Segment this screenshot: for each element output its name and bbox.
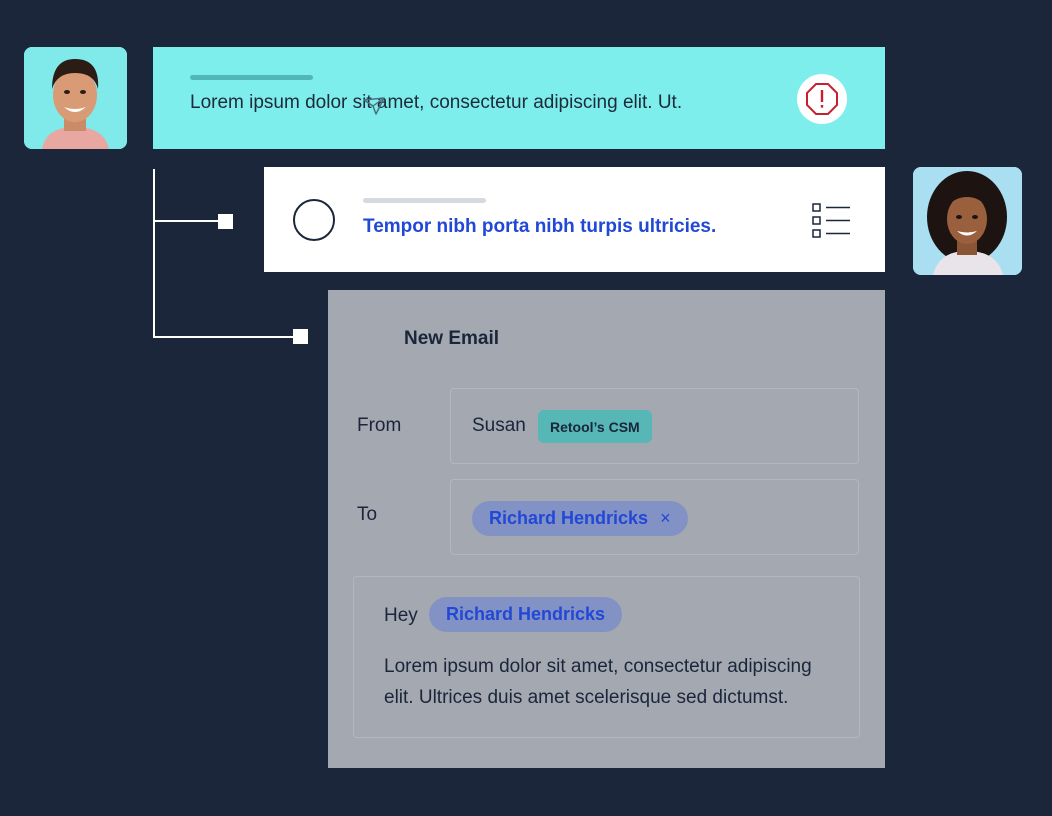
avatar-male — [24, 47, 127, 149]
mention-chip-label: Richard Hendricks — [446, 604, 606, 624]
recipient-chip[interactable]: Richard Hendricks × — [472, 501, 688, 536]
alert-title-placeholder-bar — [190, 75, 313, 80]
email-title: New Email — [404, 328, 500, 349]
list-icon[interactable] — [812, 202, 852, 245]
connector-node-email — [293, 329, 308, 344]
from-field[interactable]: Susan Retool’s CSM — [450, 388, 859, 464]
greeting-text: Hey — [384, 605, 418, 626]
task-text: Tempor nibh porta nibh turpis ultricies. — [363, 216, 717, 237]
avatar-female — [913, 167, 1022, 275]
cursor-icon — [362, 96, 386, 121]
from-name: Susan — [472, 415, 526, 436]
task-checkbox[interactable] — [293, 199, 335, 241]
alert-text: Lorem ipsum dolor sit amet, consectetur … — [190, 92, 683, 113]
email-body-field[interactable]: Hey Richard Hendricks Lorem ipsum dolor … — [353, 576, 860, 738]
connector-node-task — [218, 214, 233, 229]
to-field[interactable]: Richard Hendricks × — [450, 479, 859, 555]
remove-recipient-icon[interactable]: × — [660, 508, 671, 529]
task-title-placeholder-bar — [363, 198, 486, 203]
recipient-chip-label: Richard Hendricks — [489, 508, 649, 528]
mention-chip[interactable]: Richard Hendricks — [429, 597, 623, 632]
connector-vertical-line — [153, 169, 155, 338]
new-email-panel: New Email From Susan Retool’s CSM To Ric… — [328, 290, 885, 768]
alert-octagon-icon[interactable] — [797, 74, 847, 124]
task-card[interactable]: Tempor nibh porta nibh turpis ultricies. — [264, 167, 885, 272]
connector-line-task — [153, 220, 221, 222]
to-label: To — [357, 504, 378, 525]
alert-card[interactable]: Lorem ipsum dolor sit amet, consectetur … — [153, 47, 885, 149]
connector-line-email — [153, 336, 298, 338]
from-label: From — [357, 415, 402, 436]
email-body-text: Lorem ipsum dolor sit amet, consectetur … — [384, 656, 812, 708]
role-tag: Retool’s CSM — [538, 410, 652, 443]
